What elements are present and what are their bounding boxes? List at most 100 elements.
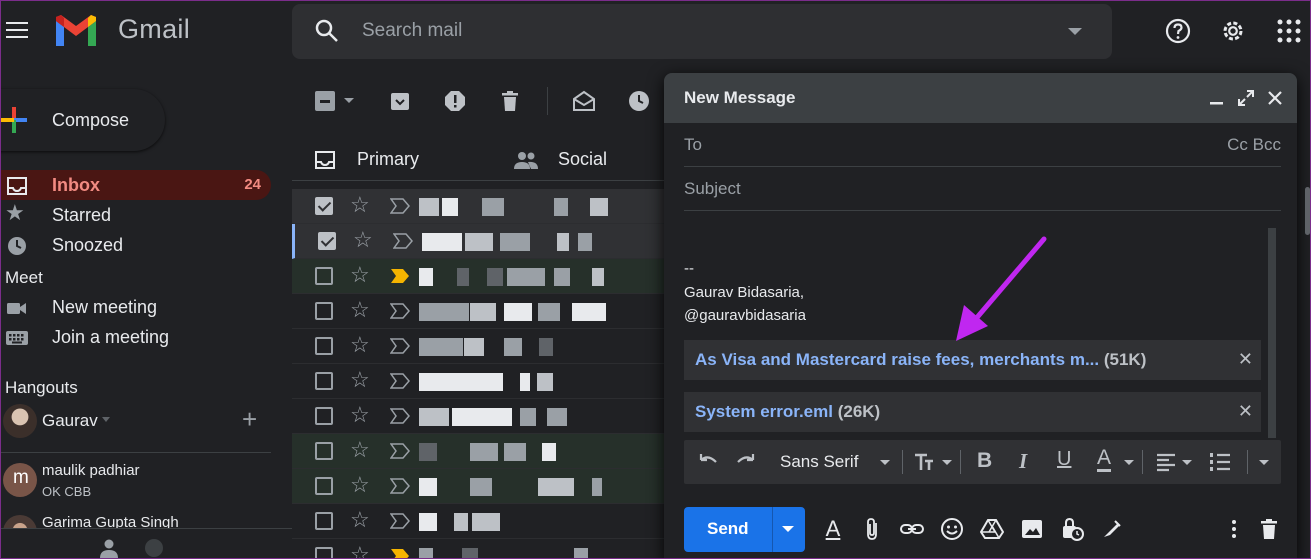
search-options-icon[interactable] xyxy=(1068,28,1082,35)
tab-primary[interactable]: Primary xyxy=(357,149,419,170)
chevron-down-icon[interactable] xyxy=(880,460,890,465)
minimize-icon[interactable] xyxy=(1207,88,1227,108)
formatting-options-icon[interactable]: A xyxy=(821,517,845,541)
tab-social[interactable]: Social xyxy=(558,149,607,170)
attachment-chip[interactable]: As Visa and Mastercard raise fees, merch… xyxy=(684,340,1261,380)
chat-icon[interactable] xyxy=(143,537,165,559)
mark-as-read-icon[interactable] xyxy=(572,89,596,113)
meet-new-meeting[interactable]: New meeting xyxy=(1,292,271,322)
attachment-name[interactable]: System error.eml xyxy=(695,402,833,421)
chevron-down-icon[interactable] xyxy=(1182,460,1192,465)
text-color-icon[interactable]: A xyxy=(1097,447,1112,472)
important-marker-icon[interactable] xyxy=(390,338,410,354)
sidebar-item-inbox[interactable]: Inbox 24 xyxy=(1,170,271,200)
more-formatting-icon[interactable] xyxy=(1259,460,1269,465)
row-checkbox[interactable] xyxy=(315,337,333,355)
more-options-icon[interactable] xyxy=(1222,517,1246,541)
important-marker-icon[interactable] xyxy=(390,268,410,284)
chevron-down-icon[interactable] xyxy=(942,460,952,465)
apps-grid-icon[interactable] xyxy=(1275,17,1303,45)
italic-icon[interactable]: I xyxy=(1019,449,1027,474)
row-checkbox[interactable] xyxy=(315,302,333,320)
important-marker-icon[interactable] xyxy=(390,548,410,559)
select-all-checkbox[interactable] xyxy=(315,91,335,111)
star-icon[interactable]: ☆ xyxy=(350,474,370,496)
table-row[interactable]: ☆ xyxy=(292,364,664,399)
numbered-list-icon[interactable] xyxy=(1208,450,1232,474)
font-size-icon[interactable] xyxy=(912,450,936,474)
archive-icon[interactable] xyxy=(388,89,412,113)
star-icon[interactable]: ☆ xyxy=(350,369,370,391)
important-marker-icon[interactable] xyxy=(393,233,413,249)
star-icon[interactable]: ☆ xyxy=(350,509,370,531)
table-row[interactable]: ☆ xyxy=(292,469,664,504)
star-icon[interactable]: ☆ xyxy=(350,334,370,356)
close-icon[interactable] xyxy=(1265,88,1285,108)
insert-link-icon[interactable] xyxy=(900,517,924,541)
select-dropdown-icon[interactable] xyxy=(344,98,354,103)
bold-icon[interactable]: B xyxy=(977,449,992,473)
attachment-name[interactable]: As Visa and Mastercard raise fees, merch… xyxy=(695,350,1099,369)
star-icon[interactable]: ☆ xyxy=(350,194,370,216)
search-icon[interactable] xyxy=(314,18,340,44)
search-input[interactable] xyxy=(362,16,1042,46)
remove-attachment-icon[interactable]: ✕ xyxy=(1238,349,1253,370)
star-icon[interactable]: ☆ xyxy=(350,264,370,286)
meet-join-meeting[interactable]: Join a meeting xyxy=(1,322,271,352)
row-checkbox[interactable] xyxy=(315,372,333,390)
redo-icon[interactable] xyxy=(734,450,758,474)
row-checkbox[interactable] xyxy=(315,547,333,558)
gmail-logo-icon[interactable] xyxy=(53,13,99,49)
remove-attachment-icon[interactable]: ✕ xyxy=(1238,401,1253,422)
table-row[interactable]: ☆ xyxy=(292,434,664,469)
row-checkbox[interactable] xyxy=(315,442,333,460)
important-marker-icon[interactable] xyxy=(390,198,410,214)
hangouts-self[interactable]: Gaurav + xyxy=(1,403,271,439)
table-row[interactable]: ☆ xyxy=(292,259,664,294)
star-icon[interactable]: ☆ xyxy=(350,299,370,321)
table-row[interactable]: ☆ xyxy=(292,504,664,539)
undo-icon[interactable] xyxy=(696,450,720,474)
snooze-icon[interactable] xyxy=(627,89,651,113)
add-contact-icon[interactable]: + xyxy=(242,406,257,432)
star-icon[interactable]: ☆ xyxy=(350,404,370,426)
font-select[interactable]: Sans Serif xyxy=(780,452,858,472)
table-row[interactable]: ☆ xyxy=(292,224,664,259)
important-marker-icon[interactable] xyxy=(390,513,410,529)
scrollbar[interactable] xyxy=(1268,228,1276,438)
to-field[interactable]: To Cc Bcc xyxy=(684,123,1281,167)
row-checkbox[interactable] xyxy=(315,512,333,530)
insert-photo-icon[interactable] xyxy=(1020,517,1044,541)
chevron-down-icon[interactable] xyxy=(1124,460,1134,465)
confidential-mode-icon[interactable] xyxy=(1060,517,1084,541)
sidebar-item-starred[interactable]: ★ Starred xyxy=(1,200,271,230)
send-button[interactable]: Send xyxy=(684,507,805,552)
main-menu-icon[interactable] xyxy=(5,19,29,43)
attachment-chip[interactable]: System error.eml (26K) ✕ xyxy=(684,392,1261,432)
page-scrollbar[interactable] xyxy=(1305,187,1310,235)
row-checkbox[interactable] xyxy=(318,232,336,250)
delete-icon[interactable] xyxy=(498,89,522,113)
signature-pen-icon[interactable] xyxy=(1100,517,1124,541)
send-options-icon[interactable] xyxy=(782,526,794,532)
important-marker-icon[interactable] xyxy=(390,373,410,389)
hangouts-contact[interactable]: m maulik padhiar OK CBB xyxy=(1,459,271,503)
emoji-icon[interactable] xyxy=(940,517,964,541)
table-row[interactable]: ☆ xyxy=(292,189,664,224)
star-icon[interactable]: ☆ xyxy=(353,229,373,251)
google-drive-icon[interactable] xyxy=(980,517,1004,541)
cc-bcc-link[interactable]: Cc Bcc xyxy=(1227,135,1281,155)
star-icon[interactable]: ☆ xyxy=(350,544,370,559)
table-row[interactable]: ☆ xyxy=(292,539,664,559)
row-checkbox[interactable] xyxy=(315,197,333,215)
align-icon[interactable] xyxy=(1154,450,1178,474)
table-row[interactable]: ☆ xyxy=(292,294,664,329)
underline-icon[interactable]: U xyxy=(1057,448,1071,471)
table-row[interactable]: ☆ xyxy=(292,399,664,434)
discard-draft-icon[interactable] xyxy=(1257,517,1281,541)
star-icon[interactable]: ☆ xyxy=(350,439,370,461)
compose-header[interactable]: New Message xyxy=(664,73,1297,123)
important-marker-icon[interactable] xyxy=(390,303,410,319)
compose-button[interactable]: Compose xyxy=(1,89,165,151)
expand-icon[interactable] xyxy=(1236,88,1256,108)
